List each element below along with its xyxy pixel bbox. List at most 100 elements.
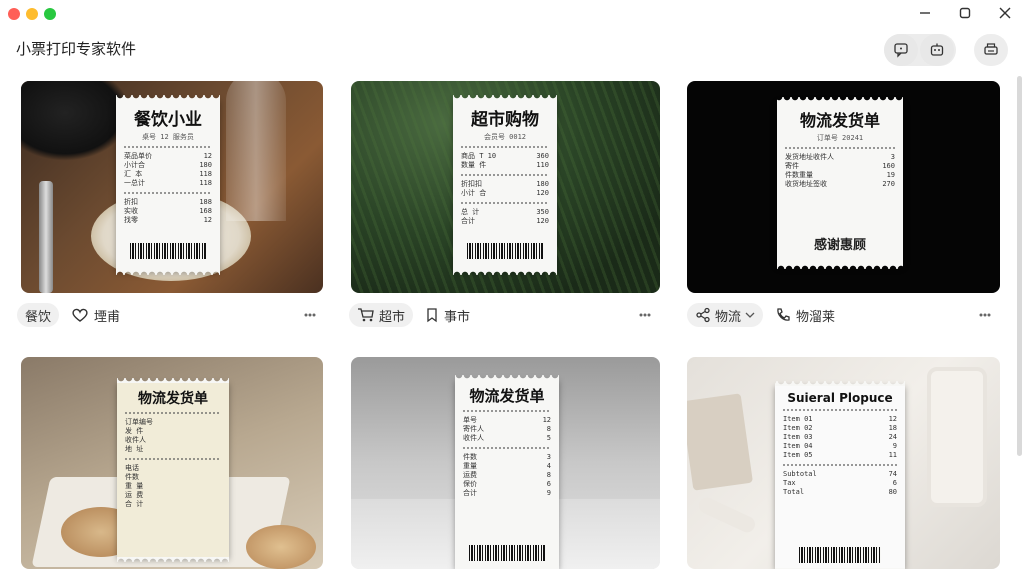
receipt-line: 发货地址收件人 3 [785, 153, 895, 161]
receipt-photo-4[interactable]: 物流发货单 订单编号 发 件 收件人 地 址 电话 件数 重 量 运 费 合 计 [21, 357, 323, 569]
receipt-line: 商品 T 10 360 [461, 152, 549, 160]
receipt-divider [783, 409, 897, 411]
barcode [130, 243, 206, 259]
maximize-button[interactable] [954, 4, 976, 22]
receipt-divider [783, 464, 897, 466]
receipt-subtitle: 桌号 12 服务员 [142, 133, 194, 141]
window-traffic-lights [8, 8, 56, 20]
receipt-line: 单号 12 [463, 416, 551, 424]
receipt-title: 超市购物 [471, 110, 539, 130]
receipt-line: 重量 4 [463, 462, 551, 470]
tag-chip[interactable]: 物流 [687, 303, 764, 327]
barcode [467, 243, 543, 259]
card-3-tags: 物流 物溜莱 [687, 303, 841, 327]
receipt-6: Suieral Plopuce Item 01 12 Item 02 18 Item… [775, 385, 905, 569]
receipt-divider [461, 146, 549, 148]
minimize-icon [920, 12, 930, 14]
receipt-divider [463, 410, 551, 412]
receipt-line: Total 80 [783, 488, 897, 496]
receipt-divider [461, 174, 549, 176]
receipt-title: 餐饮小业 [134, 110, 202, 130]
chat-bubble-icon [894, 43, 908, 58]
printer-icon [984, 43, 998, 55]
phone-icon [777, 308, 790, 321]
zoom-window-dot[interactable] [44, 8, 56, 20]
tag-favorite[interactable]: 堙甫 [65, 303, 126, 327]
cart-icon [358, 308, 374, 322]
tag-bookmark[interactable]: 事市 [419, 303, 476, 327]
receipt-photo-2[interactable]: 超市购物 会员号 0012 商品 T 10 360 数量 件 110 折扣扣 180 … [351, 81, 660, 293]
receipt-line: 收件人 [125, 436, 146, 444]
receipt-divider [125, 412, 221, 414]
receipt-line: 件数重量 19 [785, 171, 895, 179]
receipt-line: 运 费 [125, 491, 144, 499]
receipt-line: 总 计 350 [461, 208, 549, 216]
receipt-divider [124, 192, 212, 194]
receipt-title: Suieral Plopuce [787, 391, 893, 405]
receipt-divider [463, 447, 551, 449]
scrollbar[interactable] [1017, 76, 1022, 456]
barcode [469, 545, 545, 561]
receipt-line: Item 04 9 [783, 442, 897, 450]
receipt-photo-6[interactable]: Suieral Plopuce Item 01 12 Item 02 18 Item… [687, 357, 1000, 569]
tag-chip[interactable]: 超市 [349, 303, 414, 327]
maximize-icon [959, 7, 971, 19]
receipt-line: 件数 [125, 473, 139, 481]
receipt-line: Item 05 11 [783, 451, 897, 459]
receipt-line: 收件人 5 [463, 434, 551, 442]
app-title: 小票打印专家软件 [16, 40, 137, 58]
receipt-line: 件数 3 [463, 453, 551, 461]
receipt-line: 菜品单价 12 [124, 152, 212, 160]
receipt-line: 合 计 [125, 500, 144, 508]
receipt-line: 一总计 118 [124, 179, 212, 187]
receipt-photo-1[interactable]: 餐饮小业 桌号 12 服务员 菜品单价 12 小计合 180 汇 本 118 一总计 1… [21, 81, 323, 293]
tag-contact[interactable]: 物溜莱 [769, 303, 841, 327]
receipt-line: 发 件 [125, 427, 144, 435]
receipt-photo-3[interactable]: 物流发货单 订单号 20241 发货地址收件人 3 寄件 160 件数重量 19 收货… [687, 81, 1000, 293]
close-icon [999, 7, 1011, 19]
tag-chip[interactable]: 餐饮 [17, 303, 60, 327]
toolbar [884, 34, 1010, 66]
receipt-photo-5[interactable]: 物流发货单 单号 12 寄件人 8 收件人 5 件数 3 重量 4 运费 8 保价 6 合计 9 [351, 357, 660, 569]
chat-button[interactable] [884, 34, 918, 66]
card-1-tags: 餐饮 堙甫 [17, 303, 126, 327]
chevron-down-icon [745, 312, 755, 318]
more-options-icon[interactable] [975, 307, 995, 323]
receipt-title: 物流发货单 [799, 111, 880, 130]
receipt-line: Item 01 12 [783, 415, 897, 423]
receipt-line: 订单编号 [125, 418, 153, 426]
receipt-1: 餐饮小业 桌号 12 服务员 菜品单价 12 小计合 180 汇 本 118 一总计 1… [116, 99, 220, 275]
receipt-line: 实收 168 [124, 207, 212, 215]
receipt-title: 物流发货单 [469, 387, 545, 405]
receipt-divider [785, 147, 895, 149]
receipt-subtitle: 订单号 20241 [816, 134, 864, 142]
receipt-4: 物流发货单 订单编号 发 件 收件人 地 址 电话 件数 重 量 运 费 合 计 [117, 382, 229, 562]
receipt-title: 物流发货单 [138, 391, 208, 407]
receipt-line: 收货地址签收 270 [785, 180, 895, 188]
close-button[interactable] [994, 4, 1016, 22]
more-options-icon[interactable] [635, 307, 655, 323]
receipt-subtitle: 会员号 0012 [483, 133, 527, 141]
assistant-button[interactable] [920, 34, 954, 66]
heart-icon [72, 308, 88, 322]
receipt-line: 找零 12 [124, 216, 212, 224]
print-button[interactable] [974, 34, 1008, 66]
card-2-tags: 超市 事市 [349, 303, 476, 327]
receipt-line: Tax 6 [783, 479, 897, 487]
receipt-line: Item 03 24 [783, 433, 897, 441]
close-window-dot[interactable] [8, 8, 20, 20]
receipt-line: 电话 [125, 464, 139, 472]
receipt-line: 运费 8 [463, 471, 551, 479]
share-icon [696, 307, 710, 323]
receipt-line: 折扣 188 [124, 198, 212, 206]
receipt-2: 超市购物 会员号 0012 商品 T 10 360 数量 件 110 折扣扣 180 … [453, 99, 557, 275]
receipt-line: 重 量 [125, 482, 144, 490]
receipt-line: 地 址 [125, 445, 144, 453]
window-controls [914, 4, 1016, 22]
receipt-divider [461, 202, 549, 204]
more-options-icon[interactable] [300, 307, 320, 323]
receipt-line: 保价 6 [463, 480, 551, 488]
receipt-3: 物流发货单 订单号 20241 发货地址收件人 3 寄件 160 件数重量 19 收货… [777, 101, 903, 269]
minimize-button[interactable] [914, 4, 936, 22]
minimize-window-dot[interactable] [26, 8, 38, 20]
